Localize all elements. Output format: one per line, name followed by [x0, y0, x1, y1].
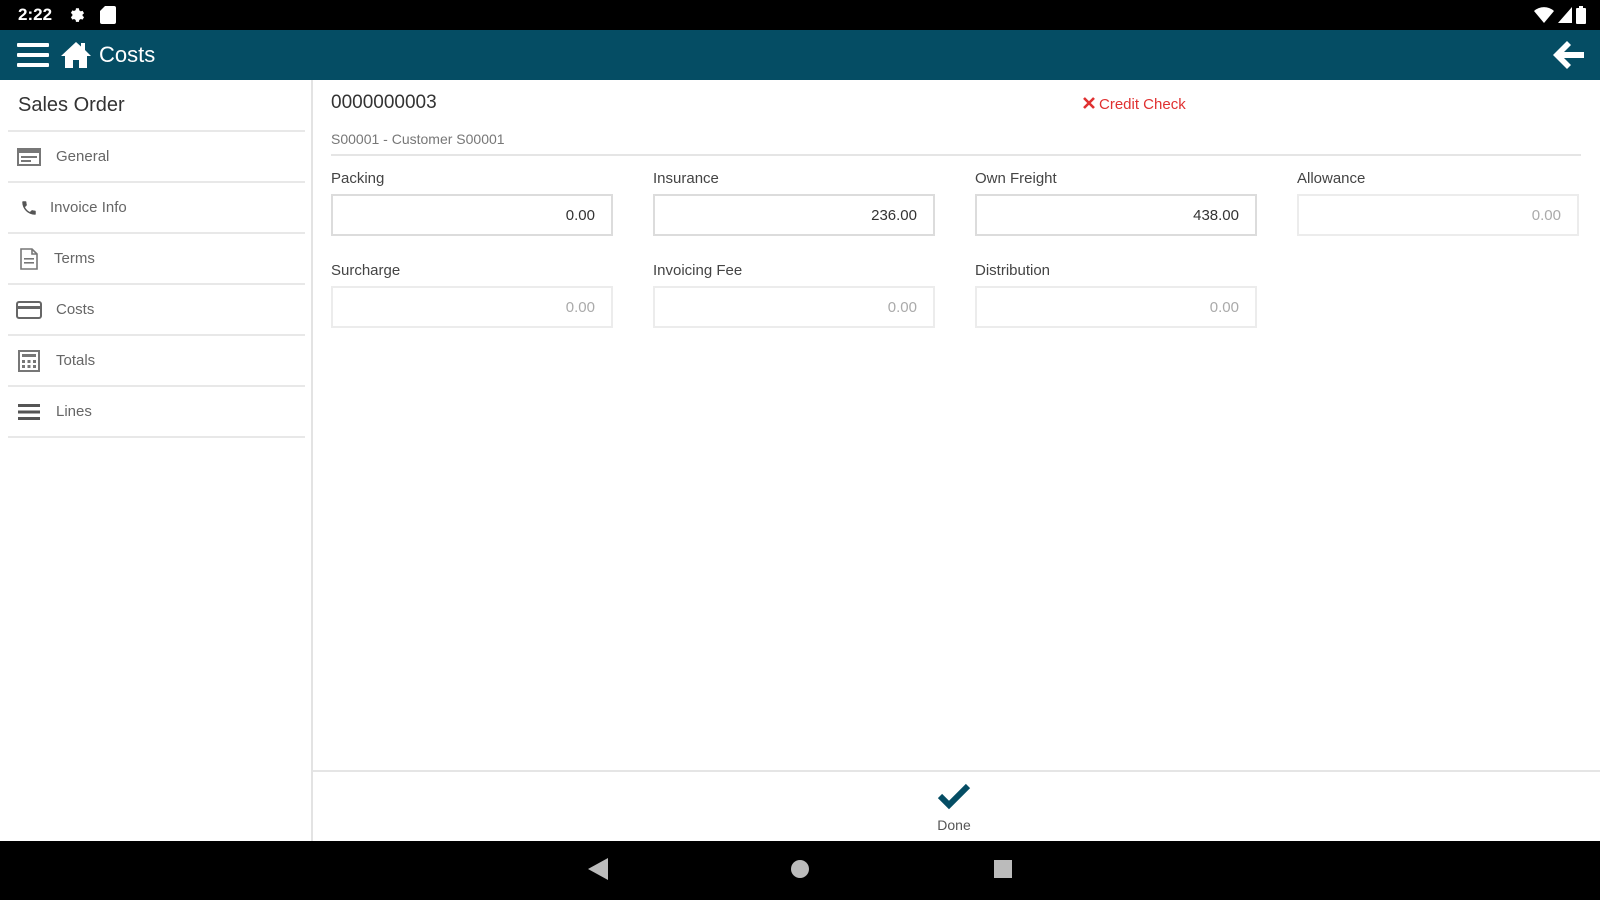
allowance-label: Allowance [1297, 170, 1366, 187]
sidebar-item-label: Lines [56, 403, 92, 420]
status-time: 2:22 [18, 5, 53, 24]
sidebar: Sales Order General Invoice Info Terms C… [0, 80, 313, 841]
sidebar-item-costs[interactable]: Costs [8, 285, 305, 336]
customer-info: S00001 - Customer S00001 [331, 131, 505, 147]
done-label: Done [937, 817, 971, 833]
insurance-label: Insurance [653, 170, 719, 187]
list-icon [16, 401, 42, 423]
sidebar-item-totals[interactable]: Totals [8, 336, 305, 387]
sidebar-item-lines[interactable]: Lines [8, 387, 305, 438]
own-freight-input[interactable] [975, 194, 1257, 236]
header-divider [331, 154, 1581, 156]
sidebar-item-label: Totals [56, 352, 96, 369]
phone-icon [16, 197, 42, 219]
done-button[interactable]: Done [914, 782, 994, 838]
sidebar-item-general[interactable]: General [8, 132, 305, 183]
nav-recents-icon[interactable] [993, 858, 1013, 885]
packing-label: Packing [331, 170, 385, 187]
page-title: Costs [99, 42, 156, 67]
credit-check-label: Credit Check [1099, 96, 1186, 113]
settings-gear-icon [68, 6, 86, 29]
own-freight-label: Own Freight [975, 170, 1057, 187]
sidebar-title: Sales Order [8, 80, 305, 132]
signal-icon [1558, 7, 1572, 28]
checkmark-icon [937, 783, 971, 814]
nav-back-icon[interactable] [588, 858, 608, 885]
system-nav-bar [0, 841, 1600, 900]
distribution-label: Distribution [975, 262, 1051, 279]
sidebar-item-label: Invoice Info [50, 199, 127, 216]
home-icon[interactable] [60, 39, 92, 71]
sidebar-item-label: Costs [56, 301, 95, 318]
distribution-input [975, 286, 1257, 328]
packing-input[interactable] [331, 194, 613, 236]
surcharge-label: Surcharge [331, 262, 401, 279]
status-bar: 2:22 [0, 0, 1600, 30]
sd-card-icon [100, 6, 116, 29]
hamburger-menu-icon[interactable] [16, 40, 50, 70]
surcharge-input [331, 286, 613, 328]
nav-home-icon[interactable] [790, 858, 810, 885]
app-bar: Costs [0, 30, 1600, 80]
sidebar-item-invoice-info[interactable]: Invoice Info [8, 183, 305, 234]
sidebar-item-label: General [56, 148, 110, 165]
wifi-icon [1534, 7, 1554, 28]
card-list-icon [16, 146, 42, 168]
document-icon [16, 247, 42, 270]
calculator-icon [16, 349, 42, 372]
order-number: 0000000003 [331, 92, 437, 113]
close-x-icon [1083, 96, 1095, 113]
battery-icon [1576, 6, 1586, 29]
credit-card-icon [16, 299, 42, 321]
back-arrow-icon[interactable] [1552, 40, 1586, 70]
invoicing-fee-label: Invoicing Fee [653, 262, 743, 279]
sidebar-item-label: Terms [54, 250, 95, 267]
allowance-input [1297, 194, 1579, 236]
insurance-input[interactable] [653, 194, 935, 236]
costs-panel: 0000000003 Credit Check S00001 - Custome… [313, 80, 1600, 770]
credit-check-link[interactable]: Credit Check [1083, 96, 1186, 113]
invoicing-fee-input [653, 286, 935, 328]
footer-bar: Done [313, 770, 1600, 843]
sidebar-item-terms[interactable]: Terms [8, 234, 305, 285]
